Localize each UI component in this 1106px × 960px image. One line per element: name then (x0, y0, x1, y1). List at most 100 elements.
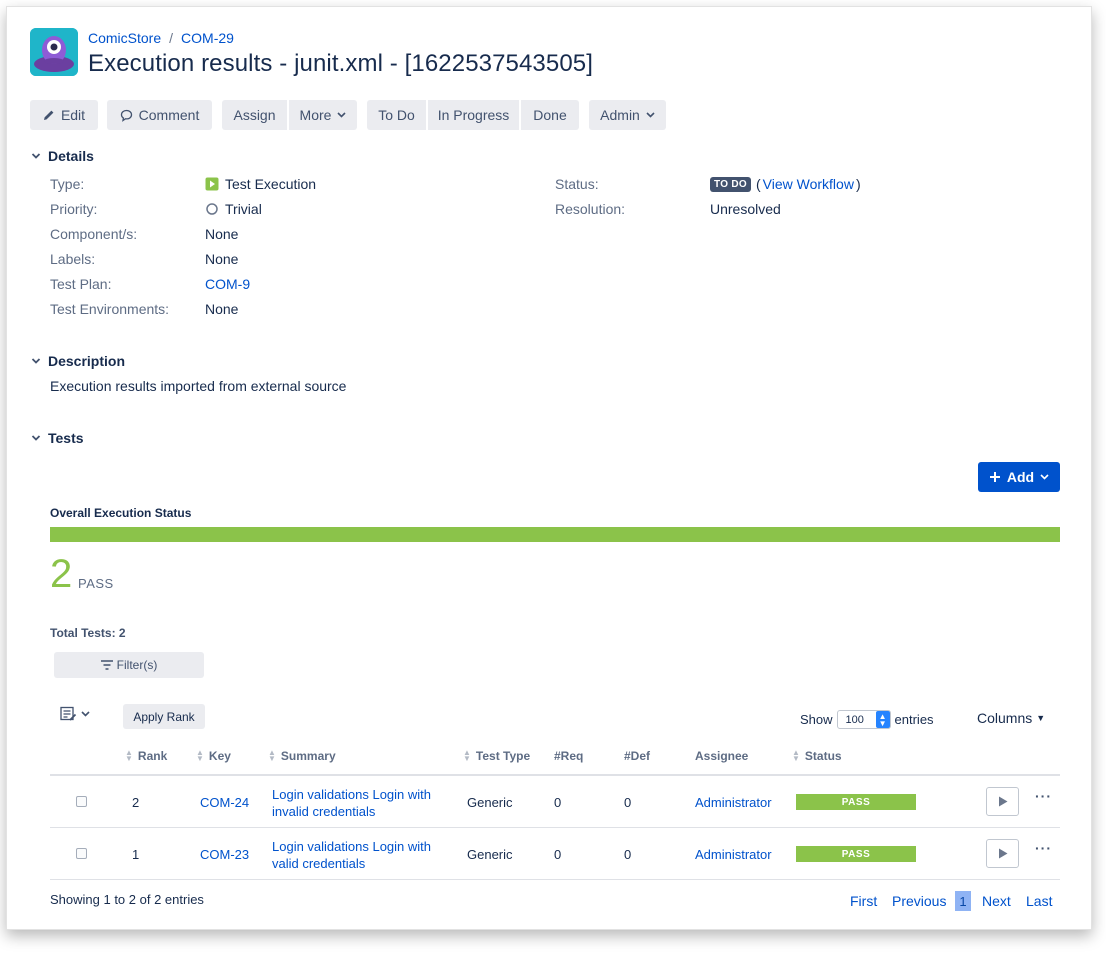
pass-status-word: PASS (78, 576, 114, 591)
pager-current-page[interactable]: 1 (955, 891, 971, 911)
in-progress-transition-button[interactable]: In Progress (428, 100, 519, 130)
column-header-test-type[interactable]: ▲ ▼ Test Type (463, 748, 530, 764)
description-section-toggle[interactable]: Description (30, 353, 125, 369)
row-def-count: 0 (624, 795, 632, 810)
row-summary-line2: valid credentials (272, 856, 366, 871)
column-header-key[interactable]: ▲ ▼ Key (196, 749, 231, 764)
chevron-down-icon (31, 153, 41, 159)
pass-count: 2 (50, 552, 73, 596)
row-summary: Login validations Login with valid creden… (272, 838, 431, 872)
column-header-status[interactable]: ▲ ▼ Status (792, 749, 842, 764)
more-button[interactable]: More (289, 100, 357, 130)
pager-previous[interactable]: Previous (892, 893, 946, 909)
priority-label: Priority: (50, 201, 98, 217)
admin-button[interactable]: Admin (589, 100, 666, 130)
project-avatar[interactable] (30, 28, 78, 76)
chevron-down-icon (1040, 474, 1049, 480)
row-select-checkbox[interactable] (76, 796, 87, 807)
column-header-req-label: #Req (554, 749, 584, 763)
row-summary-link[interactable]: Login validations Login with valid creden… (272, 839, 431, 871)
row-summary-line1: Login validations Login with (272, 787, 431, 802)
assign-button[interactable]: Assign (222, 100, 287, 130)
column-header-def-label: #Def (624, 749, 651, 763)
column-header-req: #Req (554, 749, 583, 763)
apply-rank-button[interactable]: Apply Rank (123, 704, 205, 729)
breadcrumb: ComicStore / COM-29 (88, 30, 234, 46)
row-assignee-link[interactable]: Administrator (695, 795, 772, 810)
row-summary: Login validations Login with invalid cred… (272, 786, 431, 820)
done-transition-label: Done (533, 107, 567, 123)
row-divider (50, 879, 1060, 880)
row-key: COM-24 (200, 795, 249, 810)
assign-button-label: Assign (233, 107, 276, 123)
overall-execution-progress-bar (50, 527, 1060, 542)
view-workflow-open-paren: ( (755, 176, 761, 192)
chevron-down-icon (31, 435, 41, 441)
edit-button[interactable]: Edit (30, 100, 98, 130)
row-req-count: 0 (554, 795, 562, 810)
project-avatar-icon (30, 28, 78, 76)
filter-button-label: Filter(s) (116, 658, 158, 672)
to-do-transition-button[interactable]: To Do (367, 100, 426, 130)
test-execution-icon (205, 177, 219, 191)
chevron-down-icon (81, 711, 90, 717)
add-tests-label: Add (1006, 469, 1035, 485)
done-transition-button[interactable]: Done (521, 100, 579, 130)
select-arrows-icon: ▲ ▼ (875, 711, 890, 728)
test-plan-value: COM-9 (205, 276, 250, 292)
chevron-down-icon (337, 112, 347, 118)
entries-select[interactable]: 100 ▲ ▼ (836, 710, 891, 729)
test-environments-label: Test Environments: (50, 301, 170, 317)
trivial-priority-icon (206, 203, 218, 215)
row-divider (50, 827, 1060, 828)
components-value: None (205, 226, 239, 242)
rank-options-menu[interactable] (60, 706, 90, 722)
row-key-link[interactable]: COM-23 (200, 847, 249, 862)
resolution-label: Resolution: (555, 201, 626, 217)
columns-dropdown[interactable]: Columns ▼ (977, 710, 1045, 726)
details-heading: Details (48, 148, 94, 164)
page-size-control: Show 100 ▲ ▼ entries (800, 710, 934, 729)
admin-button-label: Admin (600, 107, 640, 123)
pencil-icon (43, 110, 54, 120)
description-heading: Description (48, 353, 126, 369)
pager-next[interactable]: Next (982, 893, 1011, 909)
row-actions-more-icon[interactable]: ··· (1035, 840, 1052, 856)
total-tests: Total Tests: 2 (50, 626, 126, 640)
row-select-checkbox[interactable] (76, 848, 87, 859)
comment-button[interactable]: Comment (107, 100, 212, 130)
entries-label: entries (894, 712, 934, 727)
details-section-toggle[interactable]: Details (30, 148, 94, 164)
breadcrumb-issue-link[interactable]: COM-29 (181, 30, 234, 46)
row-summary-link[interactable]: Login validations Login with invalid cred… (272, 787, 431, 819)
status-lozenge: TO DO (710, 176, 751, 192)
row-test-type: Generic (467, 795, 513, 810)
overall-execution-status-label: Overall Execution Status (50, 506, 192, 520)
pager-first[interactable]: First (850, 893, 877, 909)
run-test-button[interactable] (986, 787, 1019, 816)
tests-section-toggle[interactable]: Tests (30, 430, 84, 446)
row-assignee-link[interactable]: Administrator (695, 847, 772, 862)
row-key-link[interactable]: COM-24 (200, 795, 249, 810)
column-header-rank[interactable]: ▲ ▼ Rank (125, 749, 167, 764)
filter-button[interactable]: Filter(s) (54, 652, 204, 678)
view-workflow-link[interactable]: View Workflow (763, 176, 854, 192)
sort-icon: ▲ ▼ (463, 748, 471, 763)
test-plan-link[interactable]: COM-9 (205, 276, 250, 292)
column-header-summary-label: Summary (280, 749, 336, 763)
row-actions-more-icon[interactable]: ··· (1035, 788, 1052, 804)
row-test-type: Generic (467, 847, 513, 862)
filter-icon (100, 660, 113, 670)
column-header-key-label: Key (208, 749, 231, 763)
pager-last[interactable]: Last (1026, 893, 1052, 909)
add-tests-button[interactable]: Add (978, 462, 1060, 492)
row-req-count: 0 (554, 847, 562, 862)
in-progress-transition-label: In Progress (437, 107, 510, 123)
breadcrumb-project-link[interactable]: ComicStore (88, 30, 161, 46)
view-workflow-close-paren: ) (855, 176, 861, 192)
play-icon (998, 796, 1007, 807)
table-header-divider (50, 774, 1060, 776)
run-test-button[interactable] (986, 839, 1019, 868)
column-header-summary[interactable]: ▲ ▼ Summary (268, 749, 336, 764)
row-summary-line1: Login validations Login with (272, 839, 431, 854)
